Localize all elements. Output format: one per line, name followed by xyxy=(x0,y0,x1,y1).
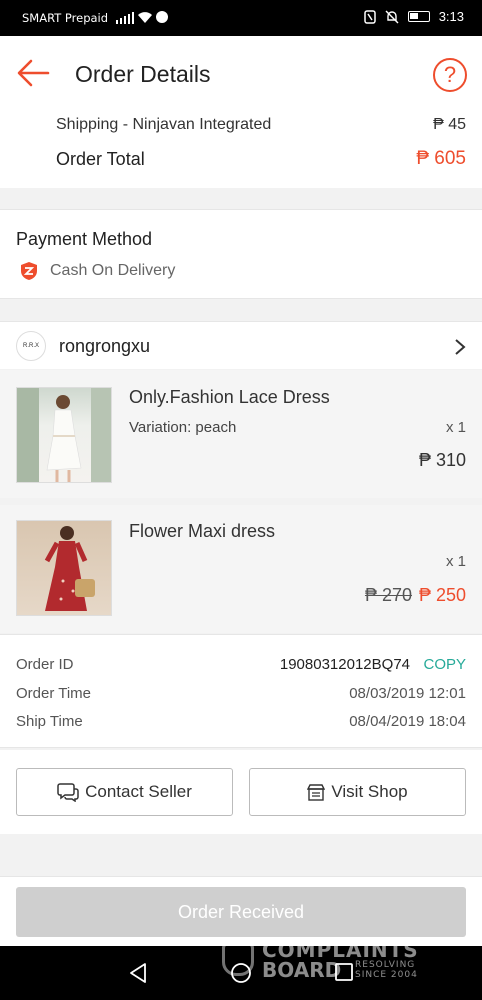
cod-shield-icon xyxy=(21,262,37,280)
order-time-label: Order Time xyxy=(16,685,92,702)
payment-method-value: Cash On Delivery xyxy=(50,262,176,279)
product-quantity: x 1 xyxy=(445,419,466,436)
shop-name: rongrongxu xyxy=(59,336,151,356)
order-time-value: 08/03/2019 12:01 xyxy=(349,685,466,702)
visit-shop-label: Visit Shop xyxy=(331,782,408,801)
shop-icon xyxy=(307,784,326,801)
order-total-value: ₱ 605 xyxy=(416,148,466,169)
chevron-right-icon xyxy=(455,339,466,355)
contact-seller-button[interactable]: Contact Seller xyxy=(16,768,233,816)
status-bar: SMART Prepaid 3:13 xyxy=(0,0,482,36)
messenger-icon xyxy=(156,11,168,23)
help-icon[interactable]: ? xyxy=(433,58,467,92)
page-title: Order Details xyxy=(75,61,211,87)
product-variation: Variation: peach xyxy=(129,419,237,436)
watermark-sub1: RESOLVING xyxy=(355,960,416,970)
copy-button[interactable]: COPY xyxy=(423,656,466,673)
back-arrow-icon[interactable] xyxy=(16,58,50,88)
nfc-icon xyxy=(363,9,376,24)
payment-method-heading: Payment Method xyxy=(16,229,153,249)
shop-row[interactable]: R.R.X rongrongxu xyxy=(0,321,482,369)
ship-time-value: 08/04/2019 18:04 xyxy=(349,713,466,730)
shipping-label: Shipping - Ninjavan Integrated xyxy=(56,116,272,133)
order-item[interactable]: Flower Maxi dress x 1 ₱ 270 ₱ 250 xyxy=(0,505,482,633)
watermark-sub2: SINCE 2004 xyxy=(355,970,418,980)
carrier-label: SMART Prepaid xyxy=(22,11,109,25)
product-image xyxy=(16,387,112,483)
product-price: ₱ 310 xyxy=(418,450,466,470)
order-item[interactable]: Only.Fashion Lace Dress Variation: peach… xyxy=(0,370,482,498)
order-total-label: Order Total xyxy=(56,149,145,169)
chat-icon xyxy=(57,783,79,802)
battery-icon xyxy=(407,11,430,22)
nav-back-icon[interactable] xyxy=(128,962,148,984)
shipping-value: ₱ 45 xyxy=(433,116,466,133)
order-totals: Shipping - Ninjavan Integrated ₱ 45 Orde… xyxy=(0,110,482,188)
shop-avatar: R.R.X xyxy=(16,331,46,361)
app-header: Order Details ? xyxy=(0,36,482,110)
product-sale-price: ₱ 250 xyxy=(418,585,466,605)
bottom-action-bar: Order Received xyxy=(0,876,482,946)
order-received-button[interactable]: Order Received xyxy=(16,887,466,937)
product-name: Flower Maxi dress xyxy=(129,521,276,541)
product-quantity: x 1 xyxy=(445,553,466,570)
product-image xyxy=(16,520,112,616)
order-id-value: 19080312012BQ74 xyxy=(279,656,410,673)
complaintsboard-watermark: COMPLAINTS BOARD RESOLVING SINCE 2004 xyxy=(222,938,437,982)
order-id-label: Order ID xyxy=(16,656,74,673)
product-original-price: ₱ 270 xyxy=(364,585,412,605)
wifi-icon xyxy=(138,12,152,23)
watermark-logo-icon xyxy=(222,942,254,976)
ship-time-label: Ship Time xyxy=(16,713,83,730)
payment-method-section: Payment Method Cash On Delivery xyxy=(0,209,482,299)
product-name: Only.Fashion Lace Dress xyxy=(129,387,330,407)
order-info-section: Order ID 19080312012BQ74 COPY Order Time… xyxy=(0,634,482,748)
signal-icon xyxy=(116,12,134,24)
contact-seller-label: Contact Seller xyxy=(85,782,192,801)
action-buttons: Contact Seller Visit Shop xyxy=(0,750,482,834)
clock: 3:13 xyxy=(438,9,464,24)
visit-shop-button[interactable]: Visit Shop xyxy=(249,768,466,816)
mute-icon xyxy=(385,10,399,23)
watermark-line2: BOARD xyxy=(262,958,342,982)
